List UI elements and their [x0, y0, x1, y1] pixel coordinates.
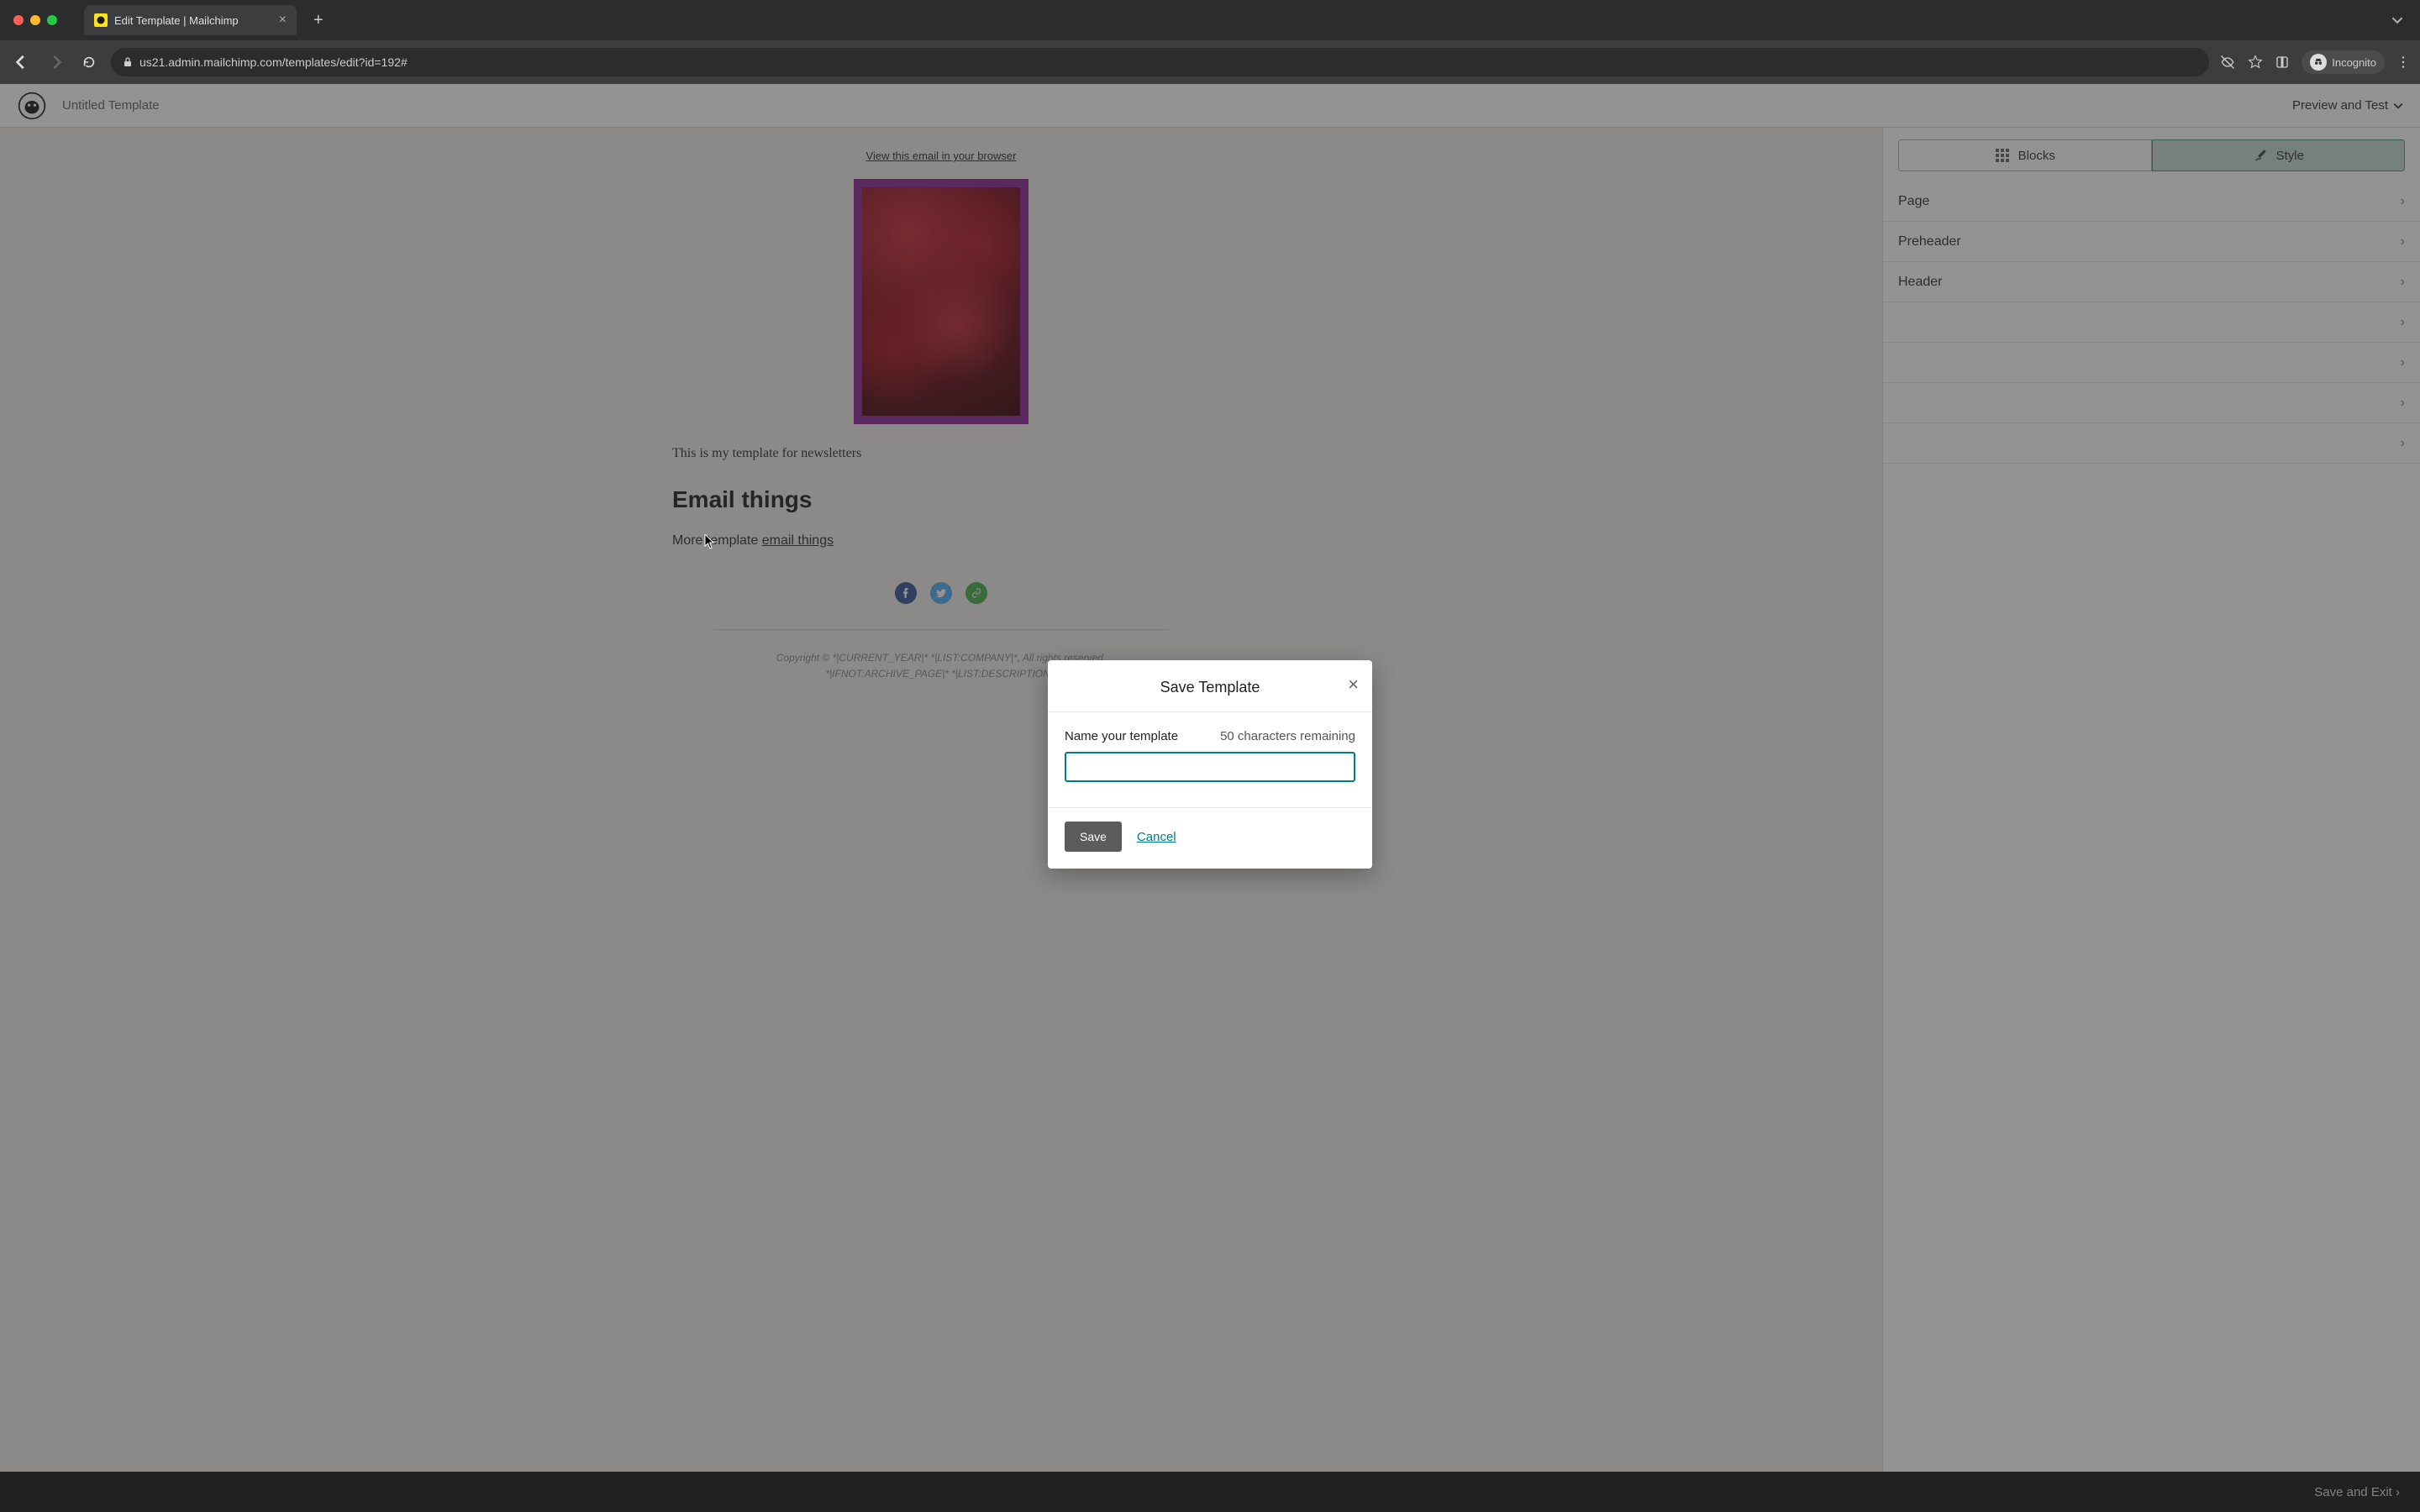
back-button[interactable]: [10, 50, 34, 74]
url-text: us21.admin.mailchimp.com/templates/edit?…: [139, 55, 408, 69]
cancel-link[interactable]: Cancel: [1137, 830, 1176, 844]
new-tab-button[interactable]: +: [313, 11, 324, 30]
modal-close-icon[interactable]: ×: [1348, 675, 1359, 694]
tab-title: Edit Template | Mailchimp: [114, 14, 239, 27]
window-close-button[interactable]: [13, 15, 24, 25]
modal-title: Save Template: [1160, 679, 1260, 696]
traffic-lights: [13, 15, 57, 25]
browser-toolbar: us21.admin.mailchimp.com/templates/edit?…: [0, 40, 2420, 84]
window-titlebar: Edit Template | Mailchimp × +: [0, 0, 2420, 40]
incognito-badge[interactable]: Incognito: [2302, 50, 2385, 74]
tab-close-icon[interactable]: ×: [279, 13, 287, 28]
forward-button[interactable]: [44, 50, 67, 74]
save-button[interactable]: Save: [1065, 822, 1122, 852]
reload-button[interactable]: [77, 50, 101, 74]
characters-remaining: 50 characters remaining: [1220, 729, 1355, 743]
tabs-dropdown-icon[interactable]: [2391, 14, 2403, 26]
save-template-modal: Save Template × Name your template 50 ch…: [1048, 660, 1372, 869]
template-name-input[interactable]: [1065, 752, 1355, 782]
eye-off-icon[interactable]: [2219, 54, 2236, 71]
template-name-label: Name your template: [1065, 729, 1178, 743]
incognito-label: Incognito: [2332, 56, 2376, 69]
browser-tab[interactable]: Edit Template | Mailchimp ×: [84, 5, 297, 35]
kebab-menu-icon[interactable]: [2396, 55, 2410, 69]
lock-icon: [123, 57, 133, 67]
bookmark-star-icon[interactable]: [2248, 55, 2263, 70]
window-minimize-button[interactable]: [30, 15, 40, 25]
mailchimp-favicon-icon: [94, 13, 108, 27]
extensions-icon[interactable]: [2275, 55, 2290, 70]
window-maximize-button[interactable]: [47, 15, 57, 25]
address-bar[interactable]: us21.admin.mailchimp.com/templates/edit?…: [111, 48, 2209, 76]
incognito-icon: [2310, 54, 2327, 71]
